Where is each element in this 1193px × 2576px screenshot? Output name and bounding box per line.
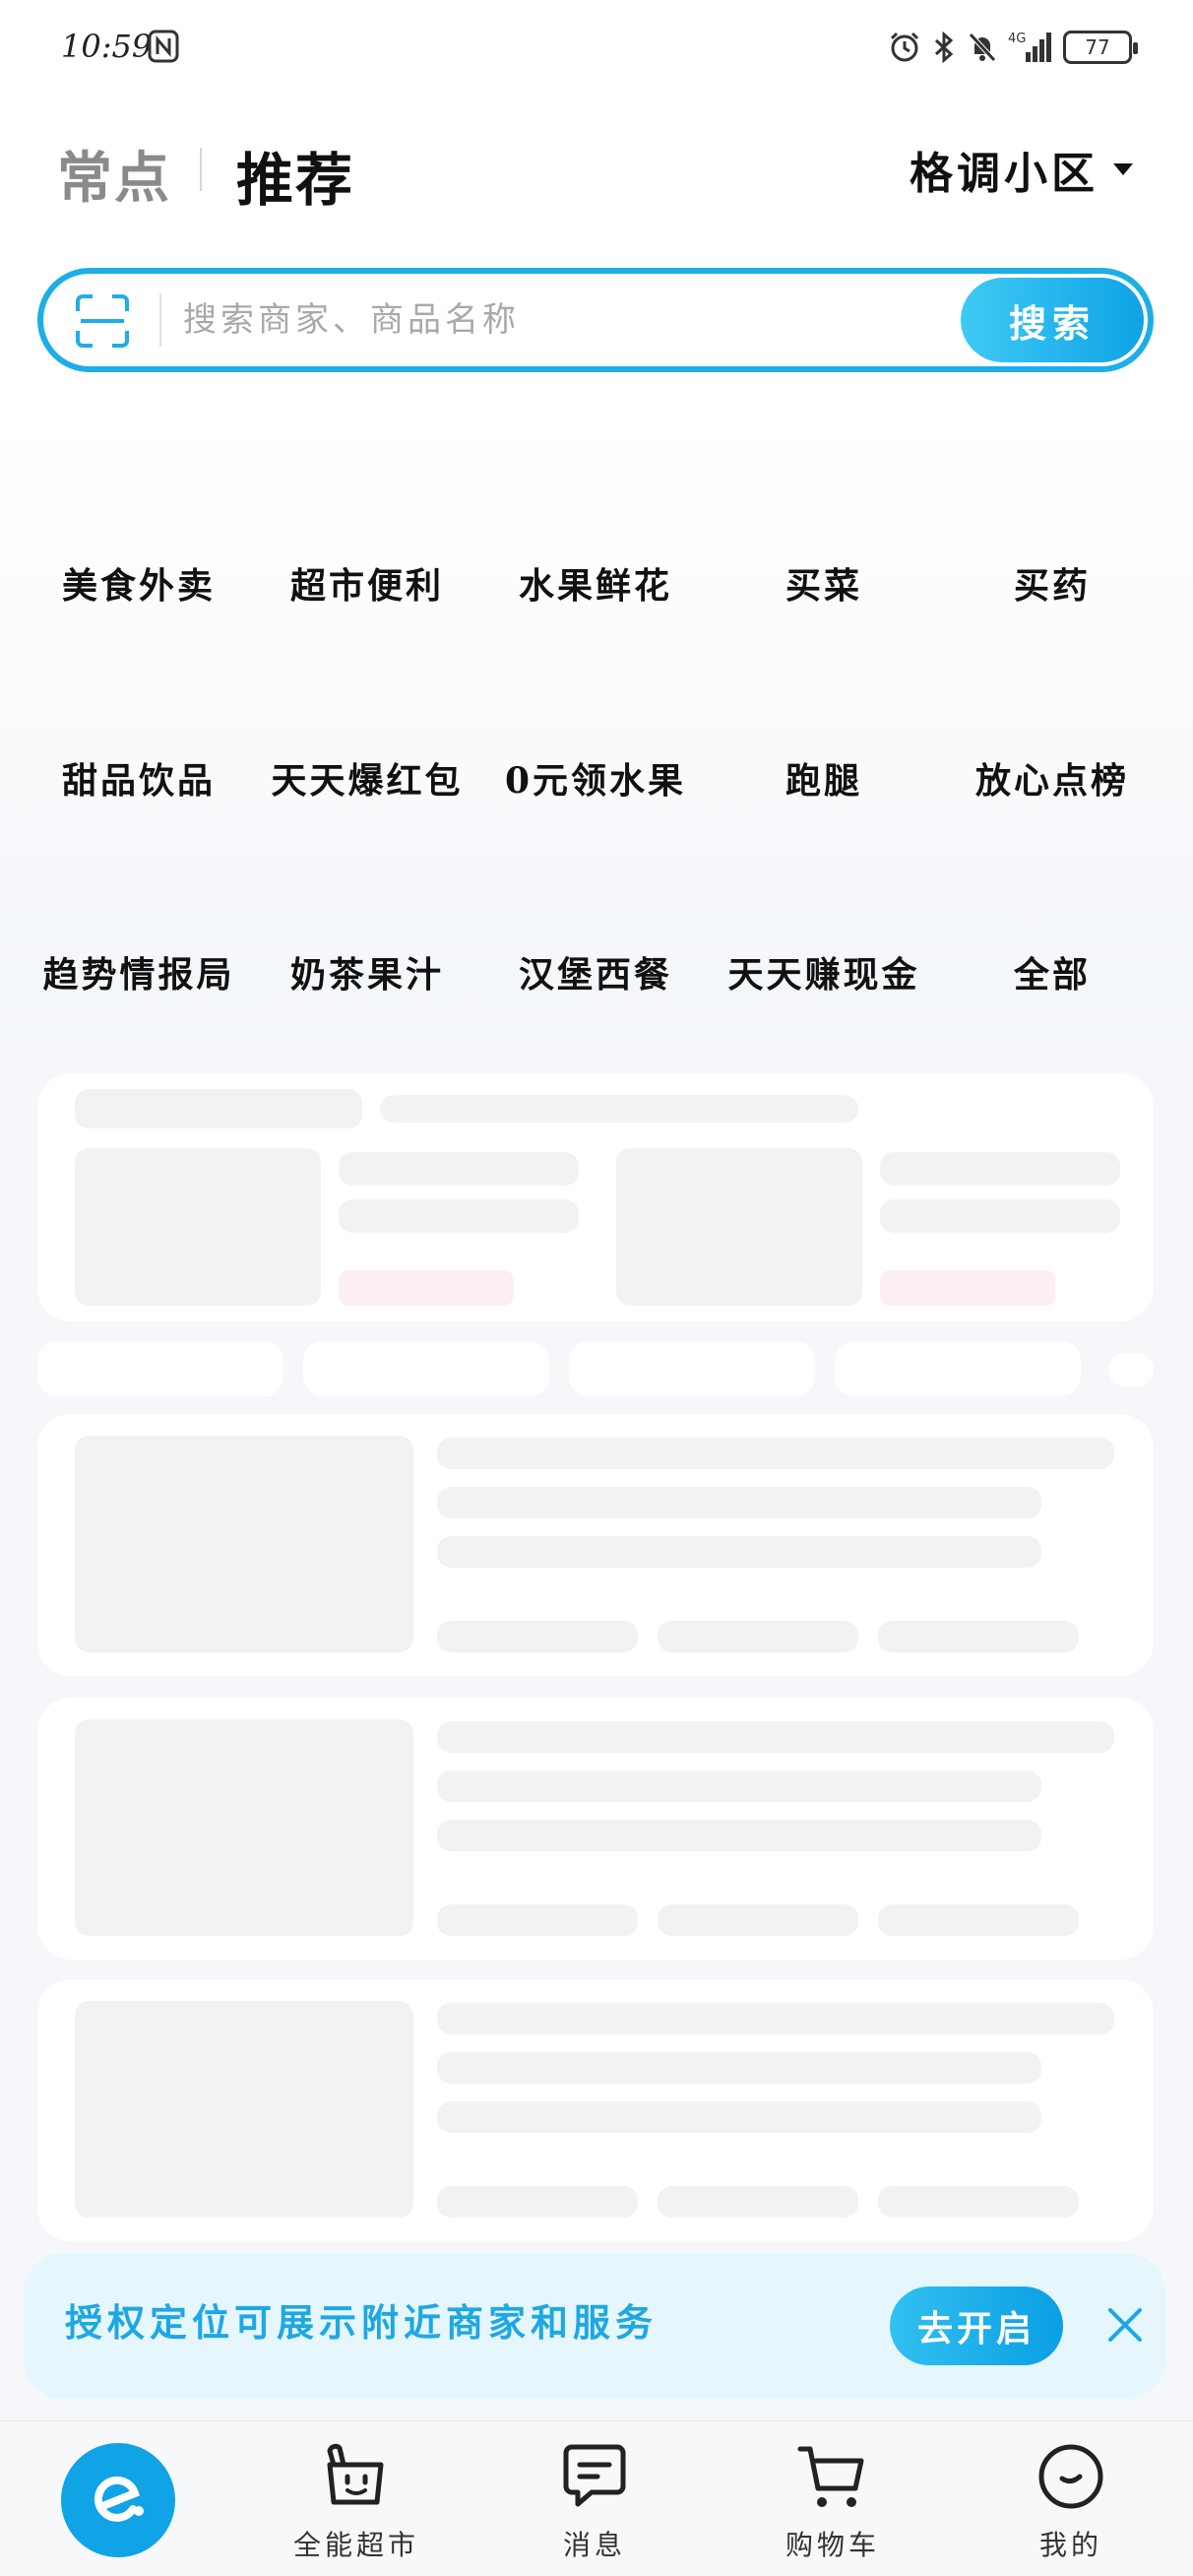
tab-divider — [200, 148, 202, 191]
mute-icon — [969, 32, 996, 62]
category-food-delivery[interactable]: 美食外卖 — [25, 551, 253, 620]
close-icon[interactable] — [1106, 2306, 1144, 2344]
skeleton-block — [880, 1152, 1120, 1186]
skeleton-pill — [303, 1341, 549, 1396]
category-medicine[interactable]: 买药 — [938, 551, 1166, 620]
skeleton-block — [437, 1438, 1114, 1469]
skeleton-block — [339, 1152, 579, 1186]
skeleton-block — [878, 1621, 1079, 1652]
skeleton-pill — [37, 1341, 283, 1396]
status-icons: 4G 77 — [888, 28, 1138, 67]
skeleton-block — [75, 1436, 413, 1652]
skeleton-block — [437, 2101, 1041, 2133]
category-ranking[interactable]: 放心点榜 — [938, 746, 1166, 815]
message-icon — [563, 2444, 626, 2507]
search-button[interactable]: 搜索 — [961, 278, 1144, 362]
skeleton-block — [75, 1148, 321, 1306]
header: 常点 推荐 格调小区 — [0, 128, 1193, 214]
status-bar: 10:59 4G 77 — [0, 0, 1193, 98]
skeleton-block — [437, 2003, 1114, 2034]
search-separator — [159, 293, 161, 347]
skeleton-block — [437, 1621, 638, 1652]
nav-label: 购物车 — [785, 2529, 880, 2561]
skeleton-block — [437, 2186, 638, 2218]
category-errands[interactable]: 跑腿 — [710, 746, 938, 815]
skeleton-block — [339, 1270, 514, 1306]
skeleton-block — [437, 1721, 1114, 1753]
category-desserts[interactable]: 甜品饮品 — [25, 746, 253, 815]
signal-icon: 4G — [1008, 32, 1051, 62]
enable-location-button[interactable]: 去开启 — [890, 2286, 1063, 2365]
eleme-home-icon — [94, 2476, 144, 2522]
category-row: 趋势情报局 奶茶果汁 汉堡西餐 天天赚现金 全部 — [0, 940, 1193, 1009]
category-red-packet[interactable]: 天天爆红包 — [253, 746, 481, 815]
skeleton-pill — [569, 1341, 815, 1396]
skeleton-block — [75, 1089, 362, 1128]
location-label: 格调小区 — [910, 149, 1099, 199]
category-trends[interactable]: 趋势情报局 — [25, 940, 253, 1009]
bluetooth-icon — [934, 31, 954, 64]
skeleton-block — [616, 1148, 862, 1306]
skeleton-block — [437, 2052, 1041, 2084]
scan-icon[interactable] — [75, 293, 130, 349]
search-bar: 搜索 — [37, 268, 1154, 372]
skeleton-block — [75, 2001, 413, 2218]
category-free-fruit[interactable]: 0元领水果 — [481, 746, 710, 815]
category-groceries[interactable]: 买菜 — [710, 551, 938, 620]
profile-icon — [1038, 2444, 1103, 2509]
battery-indicator: 77 — [1063, 31, 1138, 64]
skeleton-block — [380, 1095, 858, 1123]
skeleton-block — [878, 2186, 1079, 2218]
tab-recommend[interactable]: 推荐 — [236, 134, 354, 217]
alarm-icon — [890, 32, 919, 62]
skeleton-block — [658, 1621, 858, 1652]
skeleton-block — [880, 1270, 1055, 1306]
battery-level: 77 — [1085, 35, 1110, 59]
cart-icon — [797, 2446, 864, 2507]
category-fruit-flowers[interactable]: 水果鲜花 — [481, 551, 710, 620]
skeleton-block — [437, 1771, 1041, 1802]
skeleton-block — [339, 1199, 579, 1233]
nfc-icon — [148, 30, 179, 63]
category-earn-cash[interactable]: 天天赚现金 — [710, 940, 938, 1009]
skeleton-block — [658, 2186, 858, 2218]
location-permission-text: 授权定位可展示附近商家和服务 — [65, 2300, 659, 2345]
network-label: 4G — [1008, 32, 1026, 46]
status-time: 10:59 — [61, 28, 153, 65]
nav-label: 全能超市 — [292, 2529, 419, 2561]
category-all[interactable]: 全部 — [938, 940, 1166, 1009]
nav-cart[interactable]: 购物车 — [744, 2441, 921, 2569]
skeleton-block — [658, 1904, 858, 1936]
nav-messages[interactable]: 消息 — [506, 2441, 683, 2569]
skeleton-block — [880, 1199, 1120, 1233]
tab-frequent[interactable]: 常点 — [57, 134, 171, 214]
skeleton-block — [437, 1536, 1041, 1568]
skeleton-block — [437, 1487, 1041, 1518]
shopping-bag-icon — [327, 2443, 384, 2505]
search-input[interactable] — [183, 291, 971, 349]
bottom-nav: 全能超市 消息 购物车 我的 — [0, 2420, 1193, 2576]
skeleton-block — [878, 1904, 1079, 1936]
skeleton-pill — [835, 1341, 1081, 1396]
category-burgers[interactable]: 汉堡西餐 — [481, 940, 710, 1009]
category-row: 甜品饮品 天天爆红包 0元领水果 跑腿 放心点榜 — [0, 746, 1193, 815]
category-supermarket[interactable]: 超市便利 — [253, 551, 481, 620]
skeleton-block — [437, 1904, 638, 1936]
location-permission-banner: 授权定位可展示附近商家和服务 去开启 — [24, 2253, 1165, 2399]
skeleton-pill — [1108, 1353, 1154, 1386]
category-milk-tea[interactable]: 奶茶果汁 — [253, 940, 481, 1009]
caret-down-icon — [1113, 163, 1133, 175]
category-row: 美食外卖 超市便利 水果鲜花 买菜 买药 — [0, 551, 1193, 620]
nav-profile[interactable]: 我的 — [982, 2441, 1160, 2569]
nav-home[interactable] — [61, 2443, 175, 2557]
skeleton-block — [75, 1719, 413, 1936]
nav-supermarket[interactable]: 全能超市 — [268, 2441, 445, 2569]
skeleton-block — [437, 1820, 1041, 1851]
location-selector[interactable]: 格调小区 — [910, 138, 1134, 201]
nav-label: 我的 — [1038, 2529, 1102, 2561]
nav-label: 消息 — [562, 2529, 626, 2561]
